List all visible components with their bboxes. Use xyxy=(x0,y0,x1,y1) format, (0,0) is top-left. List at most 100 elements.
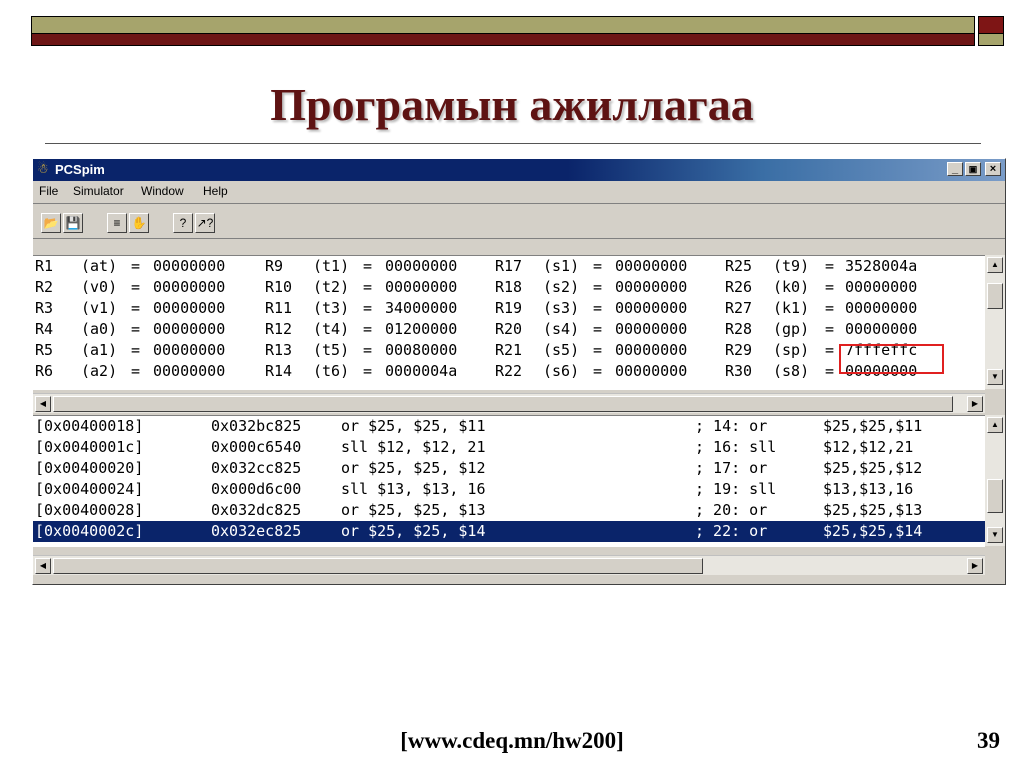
scroll-down-arrow-icon[interactable]: ▼ xyxy=(987,527,1003,543)
instruction-row[interactable]: [0x00400018] 0x032bc825 or $25, $25, $11… xyxy=(33,416,985,437)
help-icon[interactable]: ? xyxy=(173,213,193,233)
menu-window[interactable]: Window xyxy=(141,184,184,198)
reg-name: R3 xyxy=(35,299,54,317)
scroll-right-arrow-icon[interactable]: ▶ xyxy=(967,558,983,574)
instr-address: [0x00400020] xyxy=(35,459,144,477)
reg-value: 00000000 xyxy=(615,278,688,296)
register-row: R3 (v1) = 00000000 R11 (t3) = 34000000 R… xyxy=(33,298,985,319)
reg-name: R21 xyxy=(495,341,523,359)
text-vscrollbar[interactable]: ▲ ▼ xyxy=(985,415,1005,546)
reg-value: 00000000 xyxy=(153,257,226,275)
scroll-thumb[interactable] xyxy=(53,396,953,412)
instruction-row[interactable]: [0x00400020] 0x032cc825 or $25, $25, $12… xyxy=(33,458,985,479)
maximize-button[interactable]: ▣ xyxy=(965,162,981,176)
reg-name: R19 xyxy=(495,299,523,317)
instr-machine-code: 0x032cc825 xyxy=(211,459,302,477)
menu-bar: File Simulator Window Help xyxy=(33,181,1005,201)
reg-value: 0000004a xyxy=(385,362,458,380)
reg-name: R26 xyxy=(725,278,753,296)
text-segment-pane[interactable]: [0x00400018] 0x032bc825 or $25, $25, $11… xyxy=(33,415,985,547)
open-icon[interactable]: 📂 xyxy=(41,213,61,233)
reg-name: R27 xyxy=(725,299,753,317)
reg-equals: = xyxy=(363,362,373,380)
reg-name: R1 xyxy=(35,257,54,275)
reg-equals: = xyxy=(593,257,603,275)
reg-value: 00000000 xyxy=(385,257,458,275)
context-help-icon[interactable]: ↗? xyxy=(195,213,215,233)
pcspim-app-icon: ☃ xyxy=(37,161,49,176)
run-icon[interactable]: ≡ xyxy=(107,213,127,233)
reg-equals: = xyxy=(825,257,835,275)
reg-equals: = xyxy=(363,299,373,317)
scroll-thumb[interactable] xyxy=(987,479,1003,513)
register-row: R1 (at) = 00000000 R9 (t1) = 00000000 R1… xyxy=(33,256,985,277)
instruction-row[interactable]: [0x00400024] 0x000d6c00 sll $13, $13, 16… xyxy=(33,479,985,500)
reg-name: R9 xyxy=(265,257,284,275)
instr-source-operands: $25,$25,$13 xyxy=(823,501,923,519)
scroll-right-arrow-icon[interactable]: ▶ xyxy=(967,396,983,412)
instr-source-operands: $25,$25,$12 xyxy=(823,459,923,477)
pcspim-window: ☃ PCSpim _ ▣ × File Simulator Window Hel… xyxy=(32,158,1006,585)
instruction-row-selected[interactable]: [0x0040002c] 0x032ec825 or $25, $25, $14… xyxy=(33,521,985,542)
register-pane[interactable]: R1 (at) = 00000000 R9 (t1) = 00000000 R1… xyxy=(33,255,985,390)
scroll-down-arrow-icon[interactable]: ▼ xyxy=(987,369,1003,385)
window-title: PCSpim xyxy=(55,162,105,177)
reg-equals: = xyxy=(131,362,141,380)
reg-name: R29 xyxy=(725,341,753,359)
reg-name: R12 xyxy=(265,320,293,338)
reg-equals: = xyxy=(363,341,373,359)
top-corner-square xyxy=(978,16,1004,46)
instr-machine-code: 0x032dc825 xyxy=(211,501,302,519)
save-icon[interactable]: 💾 xyxy=(63,213,83,233)
reg-name: R18 xyxy=(495,278,523,296)
scroll-up-arrow-icon[interactable]: ▲ xyxy=(987,417,1003,433)
register-vscrollbar[interactable]: ▲ ▼ xyxy=(985,255,1005,389)
reg-equals: = xyxy=(593,362,603,380)
reg-name: R30 xyxy=(725,362,753,380)
scroll-thumb[interactable] xyxy=(987,283,1003,309)
r25-highlight-box xyxy=(839,344,944,374)
reg-equals: = xyxy=(363,320,373,338)
reg-alias: (at) xyxy=(81,257,118,275)
register-row: R2 (v0) = 00000000 R10 (t2) = 00000000 R… xyxy=(33,277,985,298)
reg-equals: = xyxy=(825,362,835,380)
reg-name: R25 xyxy=(725,257,753,275)
reg-equals: = xyxy=(825,278,835,296)
reg-alias: (a1) xyxy=(81,341,118,359)
reg-alias: (k1) xyxy=(773,299,810,317)
reg-name: R17 xyxy=(495,257,523,275)
reg-alias: (t1) xyxy=(313,257,350,275)
instr-address: [0x0040001c] xyxy=(35,438,144,456)
reg-name: R4 xyxy=(35,320,54,338)
reg-value: 00080000 xyxy=(385,341,458,359)
reg-equals: = xyxy=(593,299,603,317)
window-titlebar[interactable]: ☃ PCSpim _ ▣ × xyxy=(33,159,1005,181)
reg-alias: (a0) xyxy=(81,320,118,338)
instruction-row[interactable]: [0x00400028] 0x032dc825 or $25, $25, $13… xyxy=(33,500,985,521)
reg-name: R14 xyxy=(265,362,293,380)
instruction-row[interactable]: [0x0040001c] 0x000c6540 sll $12, $12, 21… xyxy=(33,437,985,458)
reg-alias: (t6) xyxy=(313,362,350,380)
minimize-button[interactable]: _ xyxy=(947,162,963,176)
reg-alias: (s2) xyxy=(543,278,580,296)
scroll-left-arrow-icon[interactable]: ◀ xyxy=(35,558,51,574)
scroll-up-arrow-icon[interactable]: ▲ xyxy=(987,257,1003,273)
instr-assembly: or $25, $25, $12 xyxy=(341,459,486,477)
close-button[interactable]: × xyxy=(985,162,1001,176)
scroll-thumb[interactable] xyxy=(53,558,703,574)
register-hscrollbar[interactable]: ◀ ▶ xyxy=(33,393,985,413)
scroll-left-arrow-icon[interactable]: ◀ xyxy=(35,396,51,412)
top-decoration-bar xyxy=(31,16,975,46)
reg-equals: = xyxy=(131,278,141,296)
menu-simulator[interactable]: Simulator xyxy=(73,184,124,198)
instr-machine-code: 0x032ec825 xyxy=(211,522,302,540)
reg-value: 3528004a xyxy=(845,257,918,275)
stop-icon[interactable]: ✋ xyxy=(129,213,149,233)
reg-name: R20 xyxy=(495,320,523,338)
instr-assembly: or $25, $25, $14 xyxy=(341,522,486,540)
reg-equals: = xyxy=(131,320,141,338)
reg-value: 00000000 xyxy=(845,320,918,338)
menu-help[interactable]: Help xyxy=(203,184,228,198)
text-hscrollbar[interactable]: ◀ ▶ xyxy=(33,555,985,575)
menu-file[interactable]: File xyxy=(39,184,58,198)
